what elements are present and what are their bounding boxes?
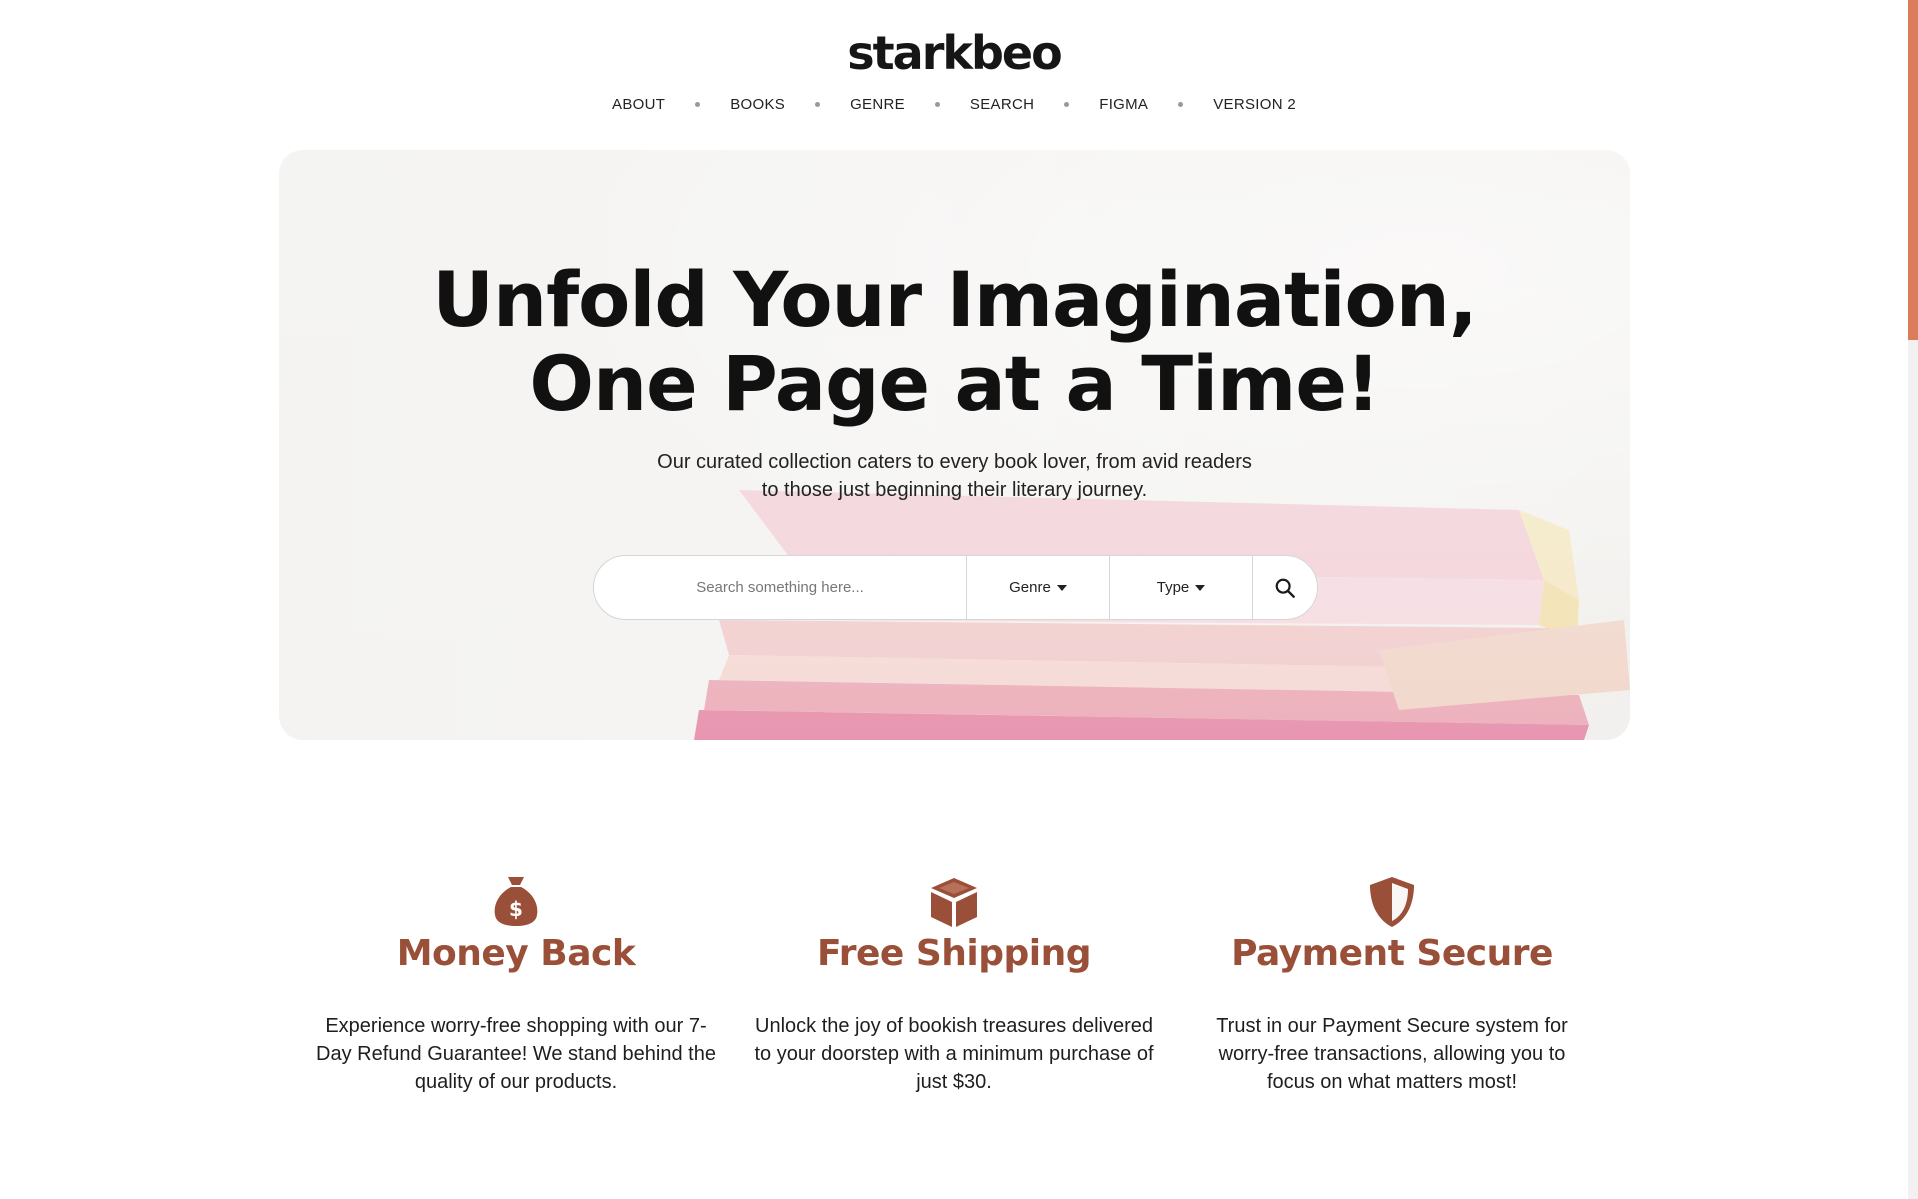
hero-subtitle: Our curated collection caters to every b… bbox=[657, 451, 1252, 501]
hero-title-line-2: One Page at a Time! bbox=[529, 339, 1380, 428]
caret-down-icon bbox=[1056, 584, 1067, 591]
feature-payment-secure: Payment Secure Trust in our Payment Secu… bbox=[1172, 875, 1612, 1096]
scrollbar[interactable] bbox=[1908, 0, 1918, 1199]
type-dropdown[interactable]: Type bbox=[1109, 556, 1252, 619]
nav-separator bbox=[1064, 102, 1070, 107]
hero-title: Unfold Your Imagination, One Page at a T… bbox=[279, 258, 1630, 426]
nav-separator bbox=[934, 102, 940, 107]
search-bar: Genre Type bbox=[593, 555, 1318, 620]
feature-money-back: $ Money Back Experience worry-free shopp… bbox=[296, 875, 736, 1096]
feature-title: Payment Secure bbox=[1231, 933, 1553, 974]
nav-item-figma[interactable]: FIGMA bbox=[1099, 96, 1148, 113]
feature-description: Unlock the joy of bookish treasures deli… bbox=[754, 1015, 1154, 1093]
search-button[interactable] bbox=[1252, 556, 1317, 619]
nav-item-genre[interactable]: GENRE bbox=[850, 96, 905, 113]
caret-down-icon bbox=[1195, 584, 1206, 591]
search-input[interactable] bbox=[594, 556, 966, 619]
shield-icon bbox=[1370, 877, 1414, 927]
feature-title: Money Back bbox=[396, 933, 636, 974]
hero-title-line-1: Unfold Your Imagination, bbox=[432, 255, 1477, 344]
money-bag-icon: $ bbox=[494, 877, 538, 926]
hero-banner: Unfold Your Imagination, One Page at a T… bbox=[279, 150, 1630, 740]
type-dropdown-label: Type bbox=[1156, 579, 1190, 596]
search-icon bbox=[1275, 578, 1295, 598]
nav-item-about[interactable]: ABOUT bbox=[612, 96, 665, 113]
scrollbar-thumb[interactable] bbox=[1908, 0, 1918, 340]
feature-description: Trust in our Payment Secure system for w… bbox=[1216, 1015, 1568, 1093]
nav-separator bbox=[815, 102, 821, 107]
nav-separator bbox=[1178, 102, 1184, 107]
main-nav: ABOUT BOOKS GENRE SEARCH FIGMA VERSION 2 bbox=[0, 96, 1908, 113]
svg-text:$: $ bbox=[509, 897, 523, 921]
logo-text: starkbeo bbox=[847, 26, 1062, 80]
box-icon bbox=[931, 878, 977, 927]
feature-free-shipping: Free Shipping Unlock the joy of bookish … bbox=[734, 875, 1174, 1096]
nav-item-search[interactable]: SEARCH bbox=[970, 96, 1034, 113]
genre-dropdown-label: Genre bbox=[1009, 579, 1051, 596]
feature-description: Experience worry-free shopping with our … bbox=[316, 1015, 716, 1093]
nav-item-version-2[interactable]: VERSION 2 bbox=[1213, 96, 1296, 113]
nav-separator bbox=[695, 102, 701, 107]
logo[interactable]: starkbeo bbox=[0, 26, 1908, 80]
hero-overlay bbox=[279, 150, 1630, 740]
genre-dropdown[interactable]: Genre bbox=[966, 556, 1109, 619]
nav-item-books[interactable]: BOOKS bbox=[730, 96, 785, 113]
feature-title: Free Shipping bbox=[816, 933, 1092, 974]
